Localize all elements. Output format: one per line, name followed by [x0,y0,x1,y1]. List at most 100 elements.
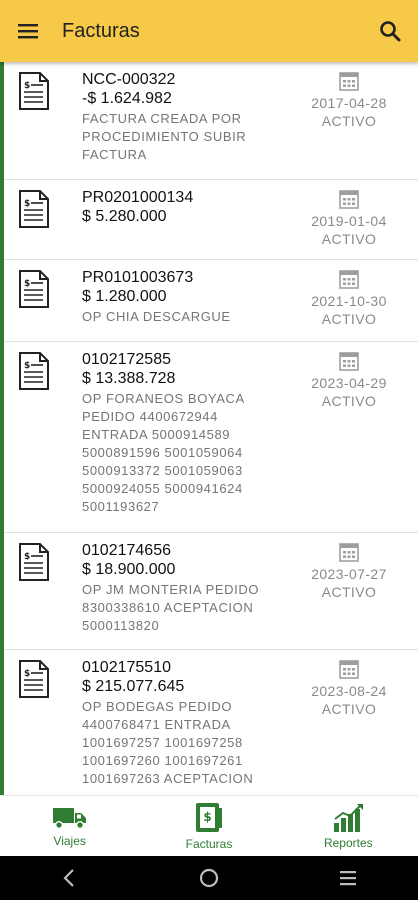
svg-text:$: $ [203,810,211,824]
description-line: 5000113820 [82,618,160,633]
invoice-row[interactable]: $ PR0101003673 $ 1.280.000 OP CHIA DESCARGU… [4,260,418,342]
calendar-icon [339,660,359,679]
invoice-amount: $ 1.280.000 [82,288,167,305]
invoice-row[interactable]: $ NCC-000322 -$ 1.624.982 FACTURA CREADA PO… [4,62,418,180]
description-line: OP FORANEOS BOYACA [82,391,245,406]
bar-chart-icon [334,803,364,832]
svg-text:$: $ [24,81,30,91]
description-line: 1001697260 1001697261 [82,753,243,768]
invoice-meta: 2021-10-30 ACTIVO [304,268,394,328]
nav-facturas[interactable]: $ Facturas [139,796,278,856]
description-line: PROCEDIMIENTO SUBIR [82,129,247,144]
nav-label-facturas: Facturas [185,836,233,851]
description-line: 5001193627 [82,499,160,514]
invoice-description: OP BODEGAS PEDIDO 4400768471 ENTRADA 10016… [82,698,282,788]
invoice-date: 2019-01-04 [311,213,387,229]
invoice-row[interactable]: $0102175510 $ 215.077.645 OP BODEGAS PEDID… [4,650,418,795]
invoice-info: 0102172585 $ 13.388.728 OP FORANEOS BOYACA… [82,350,282,516]
invoice-icon: $ [195,802,222,832]
document-icon: $ [19,660,49,698]
invoice-amount: $ 13.388.728 [82,370,176,387]
invoice-meta: 2023-04-29 ACTIVO [304,350,394,410]
search-icon [380,21,401,42]
description-line: 5000924055 5000941624 [82,481,243,496]
description-line: FACTURA CREADA POR [82,111,242,126]
invoice-date: 2017-04-28 [311,95,387,111]
invoice-date: 2023-07-27 [311,566,387,582]
nav-label-reportes: Reportes [323,835,373,850]
invoice-status: ACTIVO [321,584,377,600]
nav-viajes[interactable]: Viajes [0,796,139,856]
app-bar: Facturas [0,0,418,62]
document-icon: $ [19,190,49,228]
invoice-code: 0102174656 [82,542,171,559]
bottom-navigation: Viajes $ Facturas Reportes [0,795,418,856]
calendar-icon [339,72,359,91]
invoice-meta: 2023-07-27 ACTIVO [304,541,394,601]
invoice-description: OP CHIA DESCARGUE [82,308,282,326]
description-line: OP CHIA DESCARGUE [82,309,231,324]
description-line: 5000891596 5001059064 [82,445,243,460]
description-line: 4400768471 ENTRADA [82,717,231,732]
invoice-code: 0102175510 [82,659,171,676]
truck-icon [52,807,86,829]
description-line: 8300338610 ACEPTACION [82,600,254,615]
svg-text:$: $ [24,279,30,289]
recents-icon[interactable] [337,867,359,889]
invoice-code: PR0101003673 [82,269,194,286]
invoice-status: ACTIVO [321,311,377,327]
invoice-code: 0102172585 [82,351,171,368]
invoice-amount: -$ 1.624.982 [82,90,172,107]
nav-reportes[interactable]: Reportes [279,796,418,856]
invoice-meta: 2019-01-04 ACTIVO [304,188,394,248]
invoice-date: 2023-08-24 [311,683,387,699]
back-icon[interactable] [59,867,81,889]
invoice-row[interactable]: $0102174656 $ 18.900.000 OP JM MONTERIA PE… [4,533,418,650]
invoice-info: 0102174656 $ 18.900.000 OP JM MONTERIA PED… [82,541,282,635]
invoice-amount: $ 5.280.000 [82,208,167,225]
invoice-status: ACTIVO [321,393,377,409]
description-line: 5000913372 5001059063 [82,463,243,478]
invoice-code: NCC-000322 [82,71,176,88]
description-line: PEDIDO 4400672944 [82,409,218,424]
invoice-status: ACTIVO [321,701,377,717]
invoice-info: 0102175510 $ 215.077.645 OP BODEGAS PEDIDO… [82,658,282,788]
home-icon[interactable] [198,867,220,889]
description-line: FACTURA [82,147,147,162]
menu-button[interactable] [0,0,56,62]
document-icon: $ [19,543,49,581]
invoice-info: PR0201000134 $ 5.280.000 [82,188,282,228]
description-line: OP BODEGAS PEDIDO [82,699,233,714]
description-line: 1001697257 1001697258 [82,735,243,750]
document-icon: $ [19,72,49,110]
document-icon: $ [19,352,49,390]
description-line: OP JM MONTERIA PEDIDO [82,582,260,597]
system-navigation-bar [0,856,418,900]
invoice-amount: $ 18.900.000 [82,561,176,578]
invoice-status: ACTIVO [321,231,377,247]
calendar-icon [339,190,359,209]
hamburger-menu-icon [18,24,38,39]
invoice-meta: 2017-04-28 ACTIVO [304,70,394,130]
calendar-icon [339,352,359,371]
invoice-description: FACTURA CREADA POR PROCEDIMIENTO SUBIR FAC… [82,110,282,164]
search-button[interactable] [362,0,418,62]
invoice-date: 2023-04-29 [311,375,387,391]
invoice-description: OP FORANEOS BOYACA PEDIDO 4400672944 ENTRA… [82,390,282,516]
document-icon: $ [19,270,49,308]
page-title: Facturas [62,19,140,42]
invoice-description: OP JM MONTERIA PEDIDO 8300338610 ACEPTACI… [82,581,282,635]
svg-text:$: $ [24,669,30,679]
description-line: 1001697263 ACEPTACION [82,771,254,786]
invoice-info: PR0101003673 $ 1.280.000 OP CHIA DESCARGUE [82,268,282,326]
nav-label-viajes: Viajes [53,833,86,848]
invoice-row[interactable]: $ PR0201000134 $ 5.280.000 2019-01-04 ACTIVO [4,180,418,260]
calendar-icon [339,270,359,289]
invoice-row[interactable]: $0102172585 $ 13.388.728 OP FORANEOS BOYAC… [4,342,418,533]
invoice-meta: 2023-08-24 ACTIVO [304,658,394,718]
svg-text:$: $ [24,199,30,209]
calendar-icon [339,543,359,562]
invoice-list[interactable]: $ NCC-000322 -$ 1.624.982 FACTURA CREADA PO… [0,62,418,795]
svg-text:$: $ [24,552,30,562]
invoice-date: 2021-10-30 [311,293,387,309]
